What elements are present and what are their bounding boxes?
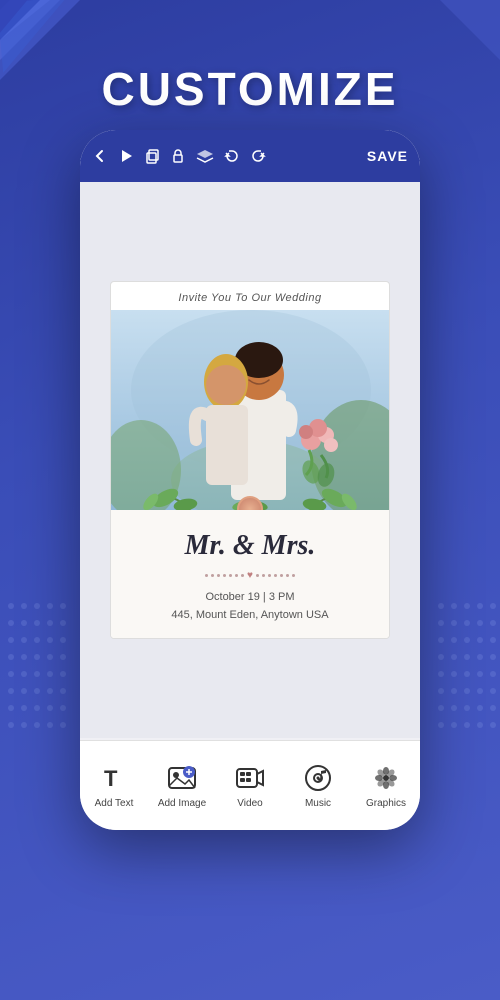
decorative-dots-right [435,600,495,900]
graphics-icon [370,762,402,794]
card-photo[interactable] [111,310,389,510]
save-button[interactable]: SAVE [367,148,408,164]
nav-graphics-label: Graphics [366,798,406,809]
corner-decoration-right [440,0,500,60]
card-date-line2: 445, Mount Eden, Anytown USA [127,607,373,625]
nav-graphics[interactable]: Graphics [352,762,420,809]
card-divider: ♥ [127,570,373,581]
svg-text:T: T [104,766,118,791]
decorative-dots-left [5,600,65,900]
nav-music[interactable]: Music [284,762,352,809]
canvas-area: Invite You To Our Wedding [80,182,420,738]
nav-video-label: Video [237,798,262,809]
add-image-icon [166,762,198,794]
nav-add-text[interactable]: T Add Text [80,762,148,809]
card-names: Mr. & Mrs. [127,530,373,562]
phone-mockup: SAVE Invite You To Our Wedding [80,130,420,830]
card-bottom: Mr. & Mrs. ♥ [111,510,389,638]
copy-icon[interactable] [144,148,160,164]
music-icon [302,762,334,794]
redo-icon[interactable] [250,148,266,164]
editor-toolbar: SAVE [80,130,420,182]
nav-video[interactable]: Video [216,762,284,809]
nav-music-label: Music [305,798,331,809]
bottom-navigation: T Add Text Add Image [80,740,420,830]
nav-add-image-label: Add Image [158,798,206,809]
lock-icon[interactable] [170,148,186,164]
card-top-text: Invite You To Our Wedding [111,282,389,310]
card-date-line1: October 19 | 3 PM [127,589,373,607]
undo-icon[interactable] [224,148,240,164]
back-button[interactable] [92,148,108,164]
video-icon [234,762,266,794]
page-title: CUSTOMIZE [0,62,500,116]
nav-add-text-label: Add Text [95,798,134,809]
nav-add-image[interactable]: Add Image [148,762,216,809]
play-icon[interactable] [118,148,134,164]
layers-icon[interactable] [196,148,214,164]
add-text-icon: T [98,762,130,794]
wedding-card[interactable]: Invite You To Our Wedding [110,281,390,639]
heart-icon: ♥ [247,570,253,581]
